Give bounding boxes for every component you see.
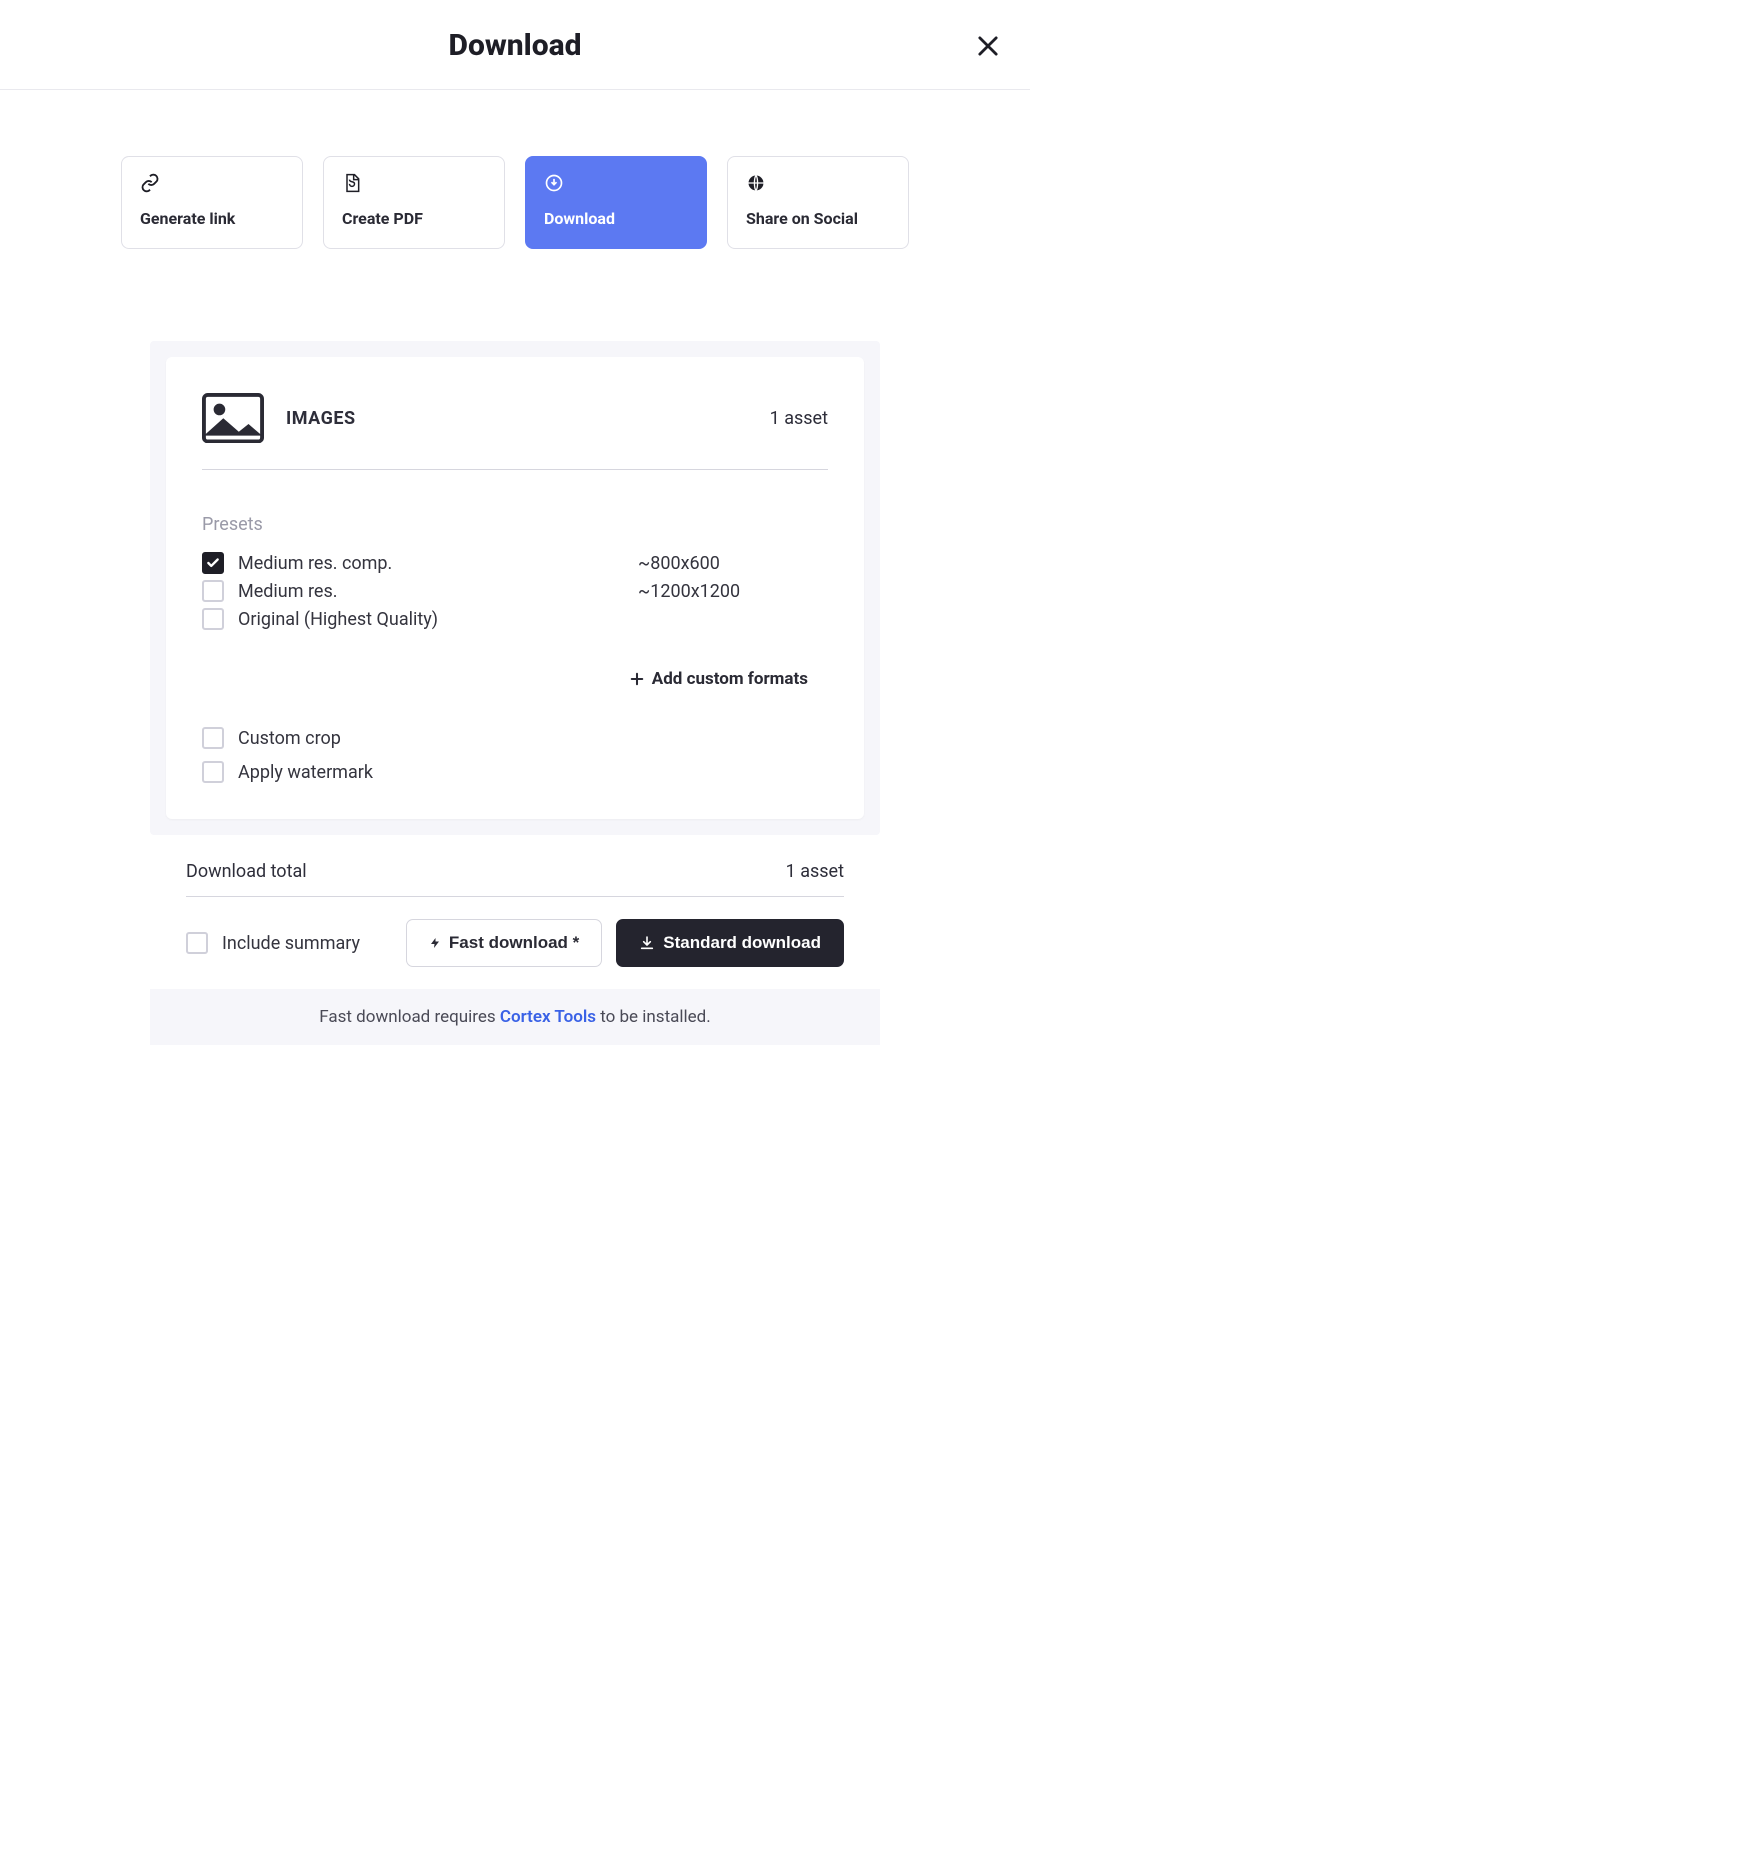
preset-checkbox-original[interactable] [202,608,224,630]
totals-row: Download total 1 asset [186,861,844,897]
fast-download-label: Fast download * [449,933,579,953]
preset-name: Medium res. [238,581,638,602]
tabs-row: Generate link Create PDF Download Share … [0,90,1030,249]
include-summary-label: Include summary [222,933,360,954]
modal-header: Download [0,0,1030,90]
custom-crop-checkbox[interactable] [202,727,224,749]
custom-crop-label: Custom crop [238,728,341,749]
plus-icon [630,672,644,686]
preset-name: Medium res. comp. [238,553,638,574]
preset-name: Original (Highest Quality) [238,609,638,630]
presets-block: Presets Medium res. comp. ~800x600 Mediu… [202,470,828,789]
close-button[interactable] [974,32,1002,60]
image-icon [202,393,264,443]
preset-dimensions: ~1200x1200 [638,581,740,602]
tab-generate-link[interactable]: Generate link [121,156,303,249]
tab-label: Create PDF [342,209,486,228]
download-total-label: Download total [186,861,307,882]
add-custom-label: Add custom formats [652,669,808,689]
preset-checkbox-medium-comp[interactable] [202,552,224,574]
include-summary-checkbox[interactable] [186,932,208,954]
check-icon [206,556,220,570]
preset-checkbox-medium[interactable] [202,580,224,602]
add-custom-formats[interactable]: Add custom formats [202,669,828,689]
panel-section-title: IMAGES [286,408,356,429]
preset-row: Medium res. ~1200x1200 [202,577,828,605]
fast-download-button[interactable]: Fast download * [406,919,602,967]
panel-header: IMAGES 1 asset [202,393,828,470]
download-modal: Download Generate link Create PDF Downlo… [0,0,1030,1045]
include-summary-option: Include summary [186,932,360,954]
cortex-tools-link[interactable]: Cortex Tools [500,1007,596,1027]
footnote-suffix: to be installed. [596,1007,711,1027]
preset-row: Medium res. comp. ~800x600 [202,549,828,577]
download-icon [639,935,655,951]
presets-label: Presets [202,514,828,535]
option-row: Apply watermark [202,755,828,789]
options-block: Custom crop Apply watermark [202,721,828,789]
tab-label: Share on Social [746,209,890,228]
link-icon [140,173,160,193]
footnote: Fast download requires Cortex Tools to b… [150,989,880,1045]
preset-dimensions: ~800x600 [638,553,720,574]
preset-row: Original (Highest Quality) [202,605,828,633]
modal-title: Download [0,28,1030,63]
download-total-value: 1 asset [786,861,844,882]
pdf-icon [342,173,362,193]
asset-count: 1 asset [770,408,828,429]
totals-section: Download total 1 asset Include summary F… [150,835,880,967]
standard-download-label: Standard download [663,933,821,953]
tab-label: Download [544,209,688,228]
close-icon [974,32,1002,60]
tab-download[interactable]: Download [525,156,707,249]
content-area: IMAGES 1 asset Presets Medium res. comp.… [150,341,880,835]
standard-download-button[interactable]: Standard download [616,919,844,967]
globe-icon [746,173,766,193]
tab-label: Generate link [140,209,284,228]
images-panel: IMAGES 1 asset Presets Medium res. comp.… [166,357,864,819]
option-row: Custom crop [202,721,828,755]
tab-create-pdf[interactable]: Create PDF [323,156,505,249]
download-circle-icon [544,173,564,193]
apply-watermark-label: Apply watermark [238,762,373,783]
apply-watermark-checkbox[interactable] [202,761,224,783]
tab-share-social[interactable]: Share on Social [727,156,909,249]
footnote-prefix: Fast download requires [319,1007,500,1027]
actions-row: Include summary Fast download * Standard… [186,897,844,967]
bolt-icon [429,935,441,951]
